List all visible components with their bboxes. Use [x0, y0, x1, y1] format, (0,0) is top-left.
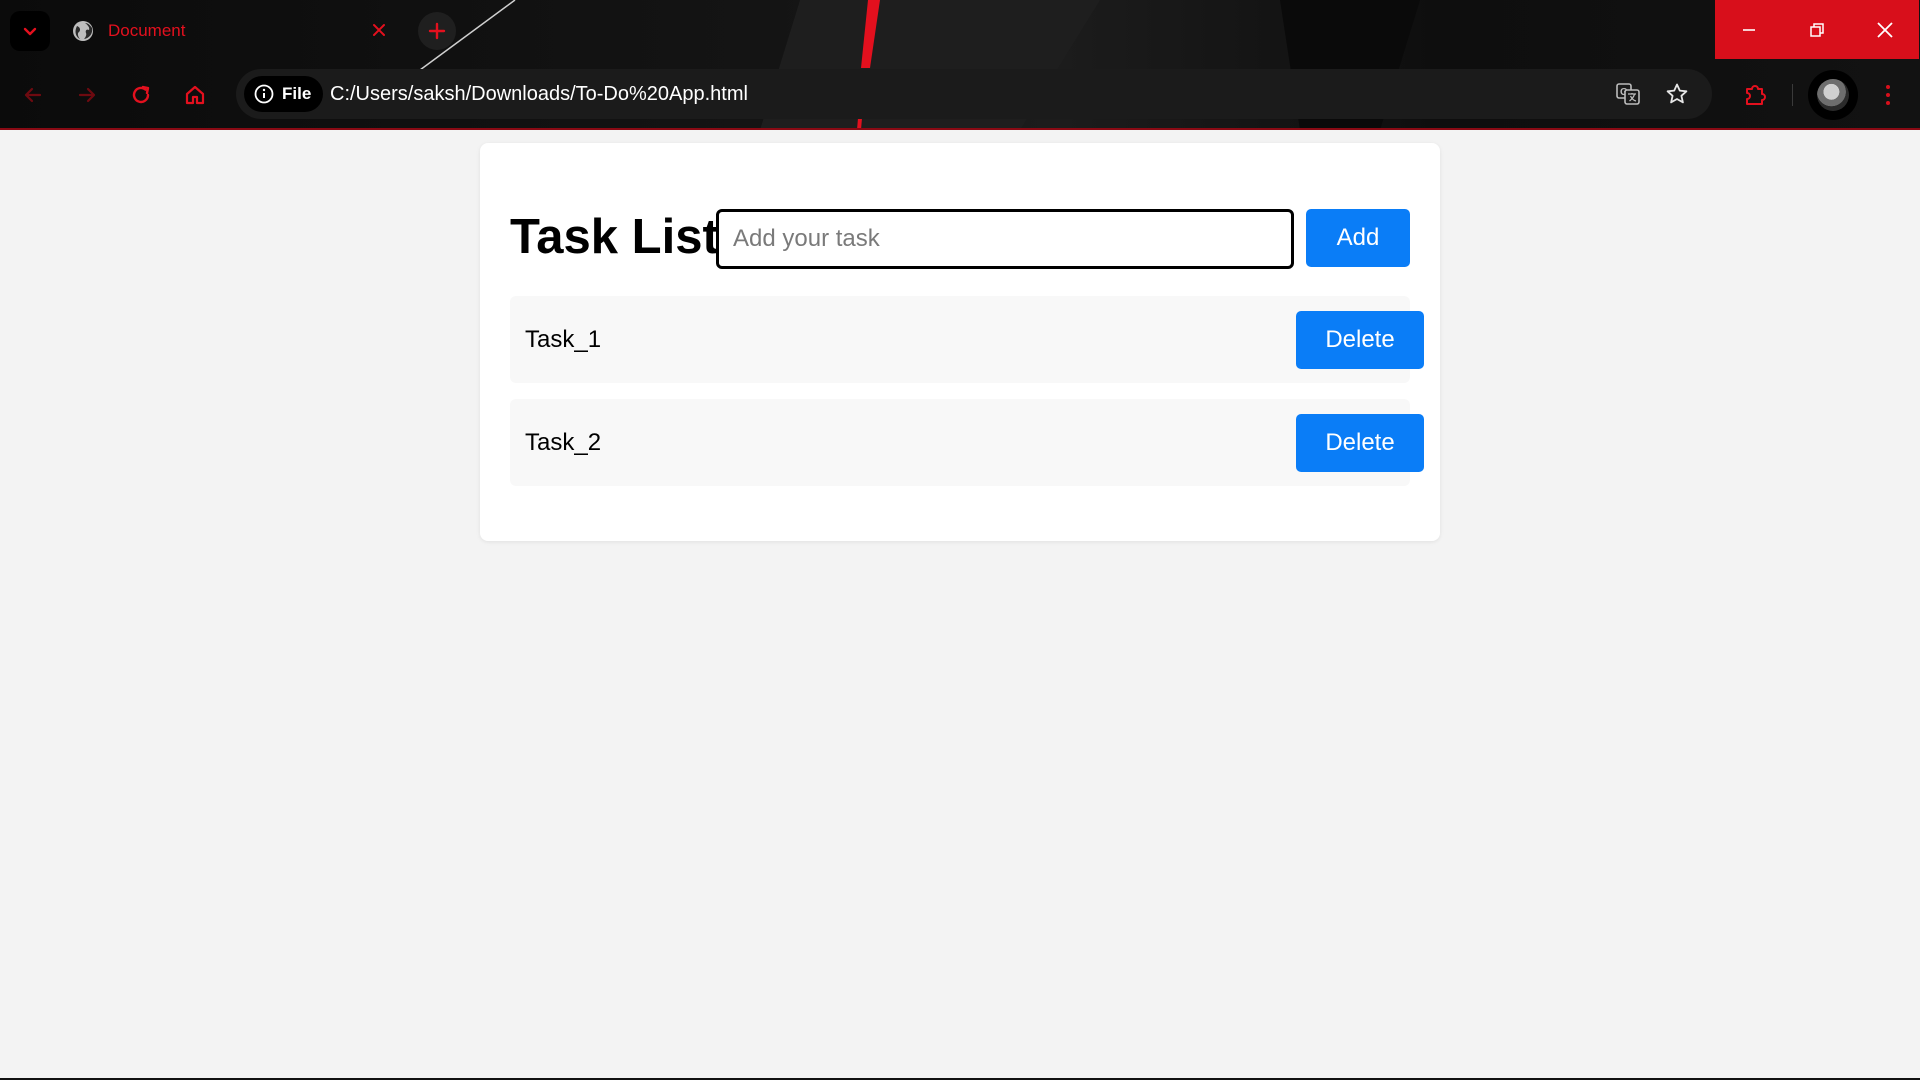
- back-button[interactable]: [16, 78, 50, 112]
- more-vertical-icon[interactable]: [1876, 78, 1900, 112]
- reload-icon: [132, 85, 150, 104]
- home-icon: [185, 85, 205, 105]
- extensions-button[interactable]: [1738, 78, 1772, 112]
- browser-tab[interactable]: Document: [58, 8, 404, 54]
- delete-button[interactable]: Delete: [1296, 414, 1424, 472]
- close-icon: [1877, 21, 1893, 38]
- task-input[interactable]: [716, 209, 1294, 269]
- translate-icon: G: [1616, 83, 1640, 105]
- page-viewport: Task List Add Task_1 Delete Task_2 Delet…: [0, 130, 1920, 1080]
- arrow-right-icon: [78, 87, 96, 103]
- list-item: Task_1 Delete: [510, 296, 1424, 383]
- plus-icon: [428, 22, 446, 40]
- minimize-icon: [1743, 28, 1755, 31]
- browser-chrome: Document File C:/Users/saksh/Downloads/T…: [0, 0, 1920, 130]
- tab-title: Document: [108, 21, 186, 40]
- add-task-button[interactable]: Add: [1306, 209, 1410, 267]
- arrow-left-icon: [24, 87, 42, 103]
- profile-avatar[interactable]: [1808, 70, 1858, 120]
- avatar: [1817, 79, 1849, 111]
- home-button[interactable]: [178, 78, 212, 112]
- reload-button[interactable]: [124, 78, 158, 112]
- restore-button[interactable]: [1783, 0, 1851, 59]
- list-item: Task_2 Delete: [510, 399, 1424, 486]
- task-text: Task_2: [525, 429, 602, 456]
- bookmark-button[interactable]: [1663, 80, 1691, 108]
- puzzle-icon: [1746, 85, 1766, 105]
- close-window-button[interactable]: [1851, 0, 1919, 59]
- globe-icon: [73, 21, 93, 41]
- todo-card: Task List Add Task_1 Delete Task_2 Delet…: [480, 143, 1440, 541]
- url-text[interactable]: C:/Users/saksh/Downloads/To-Do%20App.htm…: [330, 83, 748, 106]
- new-tab-button[interactable]: [418, 12, 456, 50]
- chevron-down-icon: [23, 27, 37, 36]
- task-list: Task_1 Delete Task_2 Delete: [510, 296, 1424, 502]
- minimize-button[interactable]: [1715, 0, 1783, 59]
- tab-search-button[interactable]: [10, 11, 50, 51]
- translate-button[interactable]: G: [1614, 80, 1642, 108]
- restore-icon: [1810, 22, 1824, 37]
- forward-button[interactable]: [70, 78, 104, 112]
- address-bar[interactable]: File C:/Users/saksh/Downloads/To-Do%20Ap…: [236, 69, 1712, 119]
- site-info-chip[interactable]: File: [244, 76, 324, 112]
- close-icon[interactable]: [368, 19, 390, 41]
- page-title: Task List: [510, 210, 719, 264]
- info-icon: [254, 84, 274, 104]
- delete-button[interactable]: Delete: [1296, 311, 1424, 369]
- task-text: Task_1: [525, 326, 602, 353]
- star-icon: [1666, 83, 1688, 104]
- site-info-label: File: [282, 84, 312, 103]
- toolbar-divider: [1792, 84, 1793, 106]
